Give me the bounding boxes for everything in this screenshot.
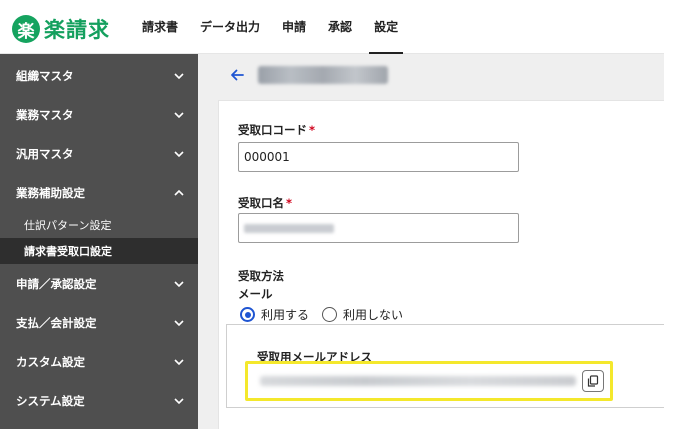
sidebar-item-approval-settings[interactable]: 申請／承認設定 <box>0 264 198 303</box>
name-value-redacted <box>244 223 334 233</box>
chevron-down-icon <box>172 69 186 83</box>
chevron-down-icon <box>172 316 186 330</box>
app-logo[interactable]: 楽 楽請求 <box>12 14 110 44</box>
main-nav: 請求書 データ出力 申請 承認 設定 <box>131 0 409 54</box>
arrow-left-icon[interactable] <box>228 66 246 84</box>
sidebar-item-label: カスタム設定 <box>16 354 85 369</box>
sidebar-item-label: システム設定 <box>16 393 85 408</box>
nav-item-approval[interactable]: 承認 <box>317 0 363 54</box>
radio-use[interactable]: 利用する <box>240 306 309 323</box>
sidebar-subitem-invoice-receiver[interactable]: 請求書受取口設定 <box>0 238 198 264</box>
radio-not-use[interactable]: 利用しない <box>322 306 403 323</box>
sidebar: 組織マスタ 業務マスタ 汎用マスタ 業務補助設定 仕訳パターン設定 請求書受取口… <box>0 54 198 429</box>
sidebar-item-label: 申請／承認設定 <box>16 276 97 291</box>
page-header <box>228 66 388 84</box>
sidebar-item-label: 業務マスタ <box>16 107 74 122</box>
sidebar-subitem-journal-pattern[interactable]: 仕訳パターン設定 <box>0 212 198 238</box>
logo-text: 楽請求 <box>44 18 110 42</box>
chevron-up-icon <box>172 186 186 200</box>
code-label: 受取口コード * <box>238 123 316 137</box>
required-mark: * <box>286 196 293 210</box>
chevron-down-icon <box>172 147 186 161</box>
radio-button-checked[interactable] <box>240 307 255 322</box>
sidebar-item-system-settings[interactable]: システム設定 <box>0 381 198 420</box>
sidebar-item-label: 業務補助設定 <box>16 185 85 200</box>
sidebar-item-custom-settings[interactable]: カスタム設定 <box>0 342 198 381</box>
mail-label: メール <box>238 287 273 301</box>
email-value-redacted <box>260 376 576 386</box>
logo-mark: 楽 <box>12 15 40 43</box>
sidebar-item-general-master[interactable]: 汎用マスタ <box>0 134 198 173</box>
sidebar-item-payment-settings[interactable]: 支払／会計設定 <box>0 303 198 342</box>
name-input[interactable] <box>238 213 519 243</box>
sidebar-item-label: 汎用マスタ <box>16 146 74 161</box>
sidebar-item-label: 支払／会計設定 <box>16 315 97 330</box>
nav-item-data-export[interactable]: データ出力 <box>189 0 271 54</box>
chevron-down-icon <box>172 108 186 122</box>
chevron-down-icon <box>172 277 186 291</box>
top-bar: 楽 楽請求 請求書 データ出力 申請 承認 設定 <box>0 0 664 54</box>
copy-icon <box>587 375 599 387</box>
sidebar-item-label: 組織マスタ <box>16 68 74 83</box>
name-label: 受取口名 * <box>238 196 293 210</box>
nav-item-settings[interactable]: 設定 <box>363 0 409 54</box>
sidebar-item-business-support[interactable]: 業務補助設定 <box>0 173 198 212</box>
nav-item-application[interactable]: 申請 <box>271 0 317 54</box>
radio-button-unchecked[interactable] <box>322 307 337 322</box>
email-address-field[interactable] <box>245 361 613 401</box>
sidebar-item-business-master[interactable]: 業務マスタ <box>0 95 198 134</box>
sidebar-item-org-master[interactable]: 組織マスタ <box>0 56 198 95</box>
page-title-redacted <box>258 66 388 84</box>
chevron-down-icon <box>172 394 186 408</box>
code-input[interactable]: 000001 <box>238 142 519 172</box>
chevron-down-icon <box>172 355 186 369</box>
copy-button[interactable] <box>582 370 604 392</box>
required-mark: * <box>309 123 316 137</box>
method-label: 受取方法 <box>238 269 284 283</box>
nav-item-invoices[interactable]: 請求書 <box>131 0 189 54</box>
